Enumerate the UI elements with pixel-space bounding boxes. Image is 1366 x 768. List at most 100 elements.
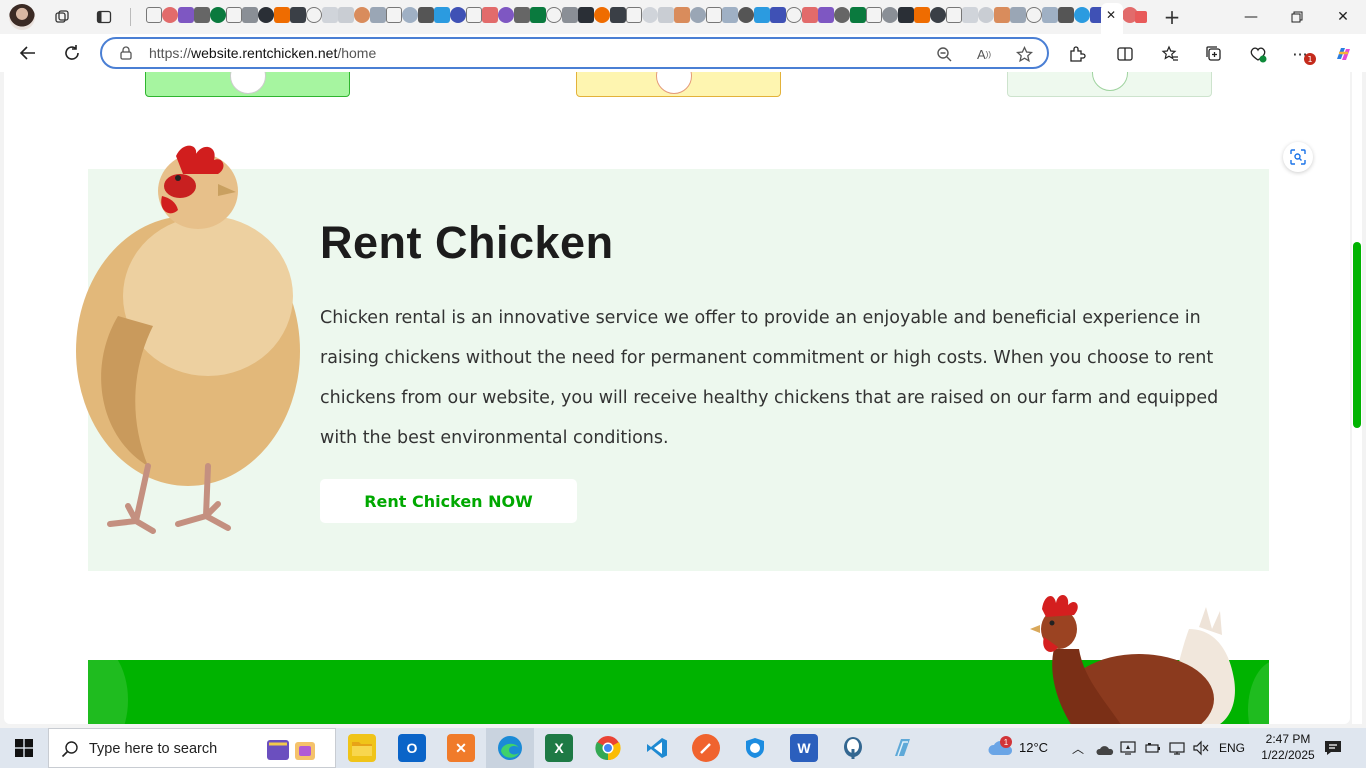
pinned-tab-favicon-icon[interactable]: [866, 7, 882, 23]
pinned-tab-favicon-icon[interactable]: [594, 7, 610, 23]
network-icon[interactable]: [1168, 740, 1186, 760]
feature-card-3[interactable]: [1007, 72, 1212, 97]
pinned-tab-favicon-icon[interactable]: [562, 7, 578, 23]
pinned-tab-favicon-icon[interactable]: [498, 7, 514, 23]
feature-card-1[interactable]: [145, 72, 350, 97]
pinned-tab-favicon-icon[interactable]: [194, 7, 210, 23]
pinned-tab-favicon-icon[interactable]: [898, 7, 914, 23]
pinned-tab-favicon-icon[interactable]: [162, 7, 178, 23]
pinned-tab-favicon-icon[interactable]: [802, 7, 818, 23]
favicon-tab-icon[interactable]: [1130, 6, 1152, 28]
pinned-tab-favicon-icon[interactable]: [690, 7, 706, 23]
active-tab[interactable]: ✕: [1101, 3, 1123, 34]
workspaces-icon[interactable]: [51, 6, 73, 28]
edge-browser-icon[interactable]: [496, 734, 524, 762]
input-language[interactable]: ENG: [1219, 741, 1245, 755]
pinned-tab-favicon-icon[interactable]: [978, 7, 994, 23]
app-shield-icon[interactable]: [741, 734, 769, 762]
profile-avatar-icon[interactable]: [9, 4, 35, 30]
pinned-tab-favicon-icon[interactable]: [274, 7, 290, 23]
pinned-tab-favicon-icon[interactable]: [882, 7, 898, 23]
lock-icon[interactable]: [120, 46, 132, 60]
close-window-icon[interactable]: ✕: [1320, 6, 1366, 28]
display-settings-icon[interactable]: [1120, 740, 1136, 760]
pinned-tab-favicon-icon[interactable]: [386, 7, 402, 23]
scrollbar-thumb[interactable]: [1353, 242, 1361, 428]
pinned-tab-favicon-icon[interactable]: [370, 7, 386, 23]
pinned-tab-favicon-icon[interactable]: [946, 7, 962, 23]
pinned-tab-favicon-icon[interactable]: [354, 7, 370, 23]
pinned-tab-favicon-icon[interactable]: [306, 7, 322, 23]
taskbar-search-box[interactable]: Type here to search: [48, 728, 336, 768]
pinned-tab-favicon-icon[interactable]: [1058, 7, 1074, 23]
pinned-tab-favicon-icon[interactable]: [1074, 7, 1090, 23]
pinned-tab-favicon-icon[interactable]: [226, 7, 242, 23]
pinned-tab-favicon-icon[interactable]: [546, 7, 562, 23]
windows-logo-icon[interactable]: [0, 728, 48, 768]
system-clock[interactable]: 2:47 PM 1/22/2025: [1255, 731, 1321, 763]
pinned-tab-favicon-icon[interactable]: [754, 7, 770, 23]
outlook-icon[interactable]: O: [398, 734, 426, 762]
pinned-tab-favicon-icon[interactable]: [642, 7, 658, 23]
pinned-tab-favicon-icon[interactable]: [338, 7, 354, 23]
battery-icon[interactable]: [1145, 740, 1161, 760]
vscode-icon[interactable]: [643, 734, 671, 762]
pinned-tab-favicon-icon[interactable]: [466, 7, 482, 23]
browser-essentials-icon[interactable]: [1247, 43, 1269, 65]
pinned-tab-favicon-icon[interactable]: [706, 7, 722, 23]
pinned-tab-favicon-icon[interactable]: [770, 7, 786, 23]
restore-icon[interactable]: [1274, 6, 1320, 28]
file-explorer-icon[interactable]: [348, 734, 376, 762]
pinned-tab-favicon-icon[interactable]: [514, 7, 530, 23]
notepad-icon[interactable]: [888, 734, 916, 762]
weather-temperature[interactable]: 12°C: [1019, 740, 1048, 755]
pinned-tab-favicon-icon[interactable]: [738, 7, 754, 23]
excel-icon[interactable]: X: [545, 734, 573, 762]
pinned-tab-favicon-icon[interactable]: [210, 7, 226, 23]
minimize-icon[interactable]: —: [1228, 6, 1274, 28]
show-hidden-icons-icon[interactable]: ︿: [1072, 740, 1084, 757]
pinned-tab-favicon-icon[interactable]: [834, 7, 850, 23]
pinned-tab-favicon-icon[interactable]: [994, 7, 1010, 23]
feature-card-2[interactable]: [576, 72, 781, 97]
zoom-icon[interactable]: [935, 45, 953, 63]
pinned-tab-favicon-icon[interactable]: [610, 7, 626, 23]
pinned-tab-favicon-icon[interactable]: [482, 7, 498, 23]
pinned-tab-favicon-icon[interactable]: [178, 7, 194, 23]
pinned-tab-favicon-icon[interactable]: [146, 7, 162, 23]
favorite-star-icon[interactable]: [1015, 45, 1033, 63]
postgresql-icon[interactable]: [839, 734, 867, 762]
word-icon[interactable]: W: [790, 734, 818, 762]
address-url[interactable]: https://website.rentchicken.net/home: [149, 45, 376, 61]
new-tab-icon[interactable]: +: [1161, 5, 1183, 29]
pinned-tab-favicon-icon[interactable]: [578, 7, 594, 23]
pinned-tab-favicon-icon[interactable]: [722, 7, 738, 23]
pinned-tab-favicon-icon[interactable]: [242, 7, 258, 23]
pinned-tab-favicon-icon[interactable]: [1026, 7, 1042, 23]
volume-muted-icon[interactable]: [1192, 740, 1210, 760]
favorites-icon[interactable]: [1159, 43, 1181, 65]
postman-icon[interactable]: [692, 734, 720, 762]
close-tab-icon[interactable]: ✕: [1106, 8, 1116, 22]
pinned-tab-favicon-icon[interactable]: [322, 7, 338, 23]
extensions-icon[interactable]: [1066, 43, 1088, 65]
pinned-tab-favicon-icon[interactable]: [674, 7, 690, 23]
pinned-tab-favicon-icon[interactable]: [1042, 7, 1058, 23]
notifications-icon[interactable]: [1324, 739, 1342, 761]
search-highlights-icon[interactable]: [263, 734, 321, 764]
chrome-icon[interactable]: [594, 734, 622, 762]
collections-icon[interactable]: [1203, 43, 1225, 65]
visual-search-icon[interactable]: [1283, 142, 1313, 172]
rent-chicken-now-button[interactable]: Rent Chicken NOW: [320, 479, 577, 523]
pinned-tab-favicon-icon[interactable]: [434, 7, 450, 23]
pinned-tab-favicon-icon[interactable]: [402, 7, 418, 23]
pinned-tab-favicon-icon[interactable]: [626, 7, 642, 23]
pinned-tab-favicon-icon[interactable]: [658, 7, 674, 23]
pinned-tab-favicon-icon[interactable]: [450, 7, 466, 23]
pinned-tab-favicon-icon[interactable]: [258, 7, 274, 23]
onedrive-icon[interactable]: [1096, 741, 1114, 760]
split-screen-icon[interactable]: [1114, 43, 1136, 65]
pinned-tab-favicon-icon[interactable]: [290, 7, 306, 23]
copilot-icon[interactable]: [1332, 43, 1354, 65]
pinned-tab-favicon-icon[interactable]: [850, 7, 866, 23]
